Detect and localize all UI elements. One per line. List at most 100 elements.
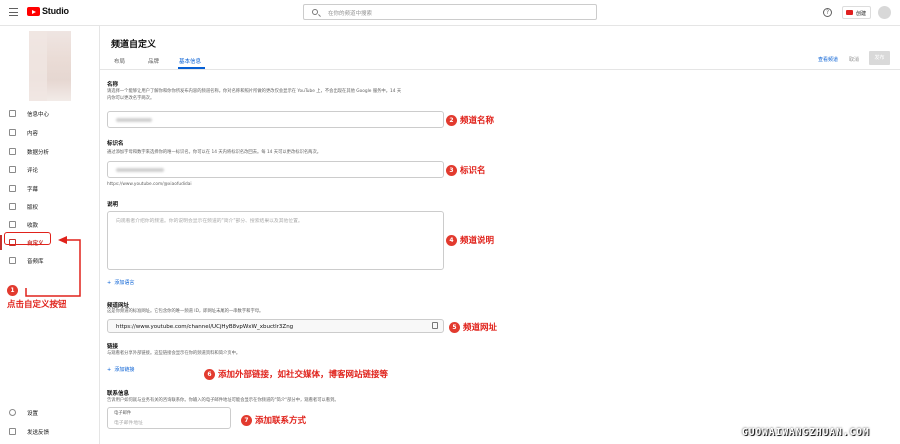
audio-library-icon [9,257,16,264]
publish-button[interactable]: 发布 [869,51,890,65]
subtitles-icon [9,185,16,192]
description-section-title: 说明 [107,202,119,208]
sidebar-item-analytics[interactable]: 数据分析 [0,144,100,159]
annotation-number: 1 [7,285,18,296]
cancel-button[interactable]: 取消 [849,56,859,63]
analytics-icon [9,148,16,155]
annotation-5: 5 频道网址 [449,321,497,333]
annotation-number: 7 [241,414,252,426]
add-language-link[interactable]: + 添加语言 [107,279,134,286]
add-language-label: 添加语言 [114,280,135,286]
video-plus-icon [846,10,853,15]
annotation-text: 频道说明 [460,236,495,246]
annotation-text: 标识名 [460,166,486,176]
sidebar-item-earn[interactable]: 收款 [0,217,100,232]
annotation-text: 添加联系方式 [255,416,307,426]
annotation-3: 3 标识名 [446,164,486,176]
handle-section-title: 标识名 [107,141,124,147]
annotation-number: 6 [204,368,215,380]
youtube-logo-icon[interactable] [27,7,40,16]
sidebar-item-label: 字幕 [27,187,39,193]
search-placeholder: 在你的频道中搜索 [328,11,373,17]
channel-url-value: https://www.youtube.com/channel/UCjHyB8v… [116,324,294,330]
tab-branding[interactable]: 品牌 [148,57,159,65]
view-channel-link[interactable]: 查看频道 [818,56,838,63]
name-section-desc-2: 内你可以更改名字两次。 [107,96,155,101]
sidebar-item-subtitles[interactable]: 字幕 [0,181,100,196]
sidebar-item-label: 评论 [27,168,39,174]
channel-url-desc: 这是你频道的标准网址。它包含你的唯一频道 ID，即网址末尾的一串数字和字母。 [107,309,264,314]
sidebar-item-label: 信息中心 [27,112,50,118]
settings-icon [9,409,16,416]
sidebar-item-label: 设置 [27,411,39,417]
sidebar-item-comments[interactable]: 评论 [0,162,100,177]
description-textarea[interactable]: 向观看者介绍你的频道。你的说明会显示在频道的"简介"部分、搜索结果以及其他位置。 [107,211,444,270]
sidebar-item-audio-library[interactable]: 音频库 [0,253,100,268]
name-section-title: 名称 [107,82,119,88]
name-section-desc: 请选择一个能够让用户了解你和你你所发布内容的频道名称。你对名称和照片所做的更改仅… [107,89,402,94]
feedback-icon [9,428,16,435]
divider [100,69,900,70]
email-placeholder: 电子邮件地址 [114,421,143,426]
tab-layout[interactable]: 布局 [114,57,125,65]
contact-section-desc: 告诉用户如何就与业务有关的咨询联系你。你输入的电子邮件地址可能会显示在你频道的"… [107,398,339,403]
menu-icon[interactable] [9,8,18,16]
add-link-button[interactable]: + 添加链接 [107,366,134,373]
sidebar-item-label: 版权 [27,205,39,211]
content-icon [9,129,16,136]
annotation-number: 4 [446,234,457,246]
sidebar-item-settings[interactable]: 设置 [0,405,100,420]
earn-icon [9,221,16,228]
comments-icon [9,166,16,173]
links-section-title: 链接 [107,344,119,350]
sidebar-item-label: 收款 [27,223,39,229]
annotation-2: 2 频道名称 [446,114,494,126]
annotation-1: 1 [7,285,18,296]
annotation-text: 频道名称 [460,116,495,126]
sidebar-item-copyright[interactable]: 版权 [0,199,100,214]
annotation-6: 6 添加外部链接，如社交媒体，博客网站链接等 [204,368,388,380]
channel-name-field[interactable] [107,111,444,128]
sidebar-item-dashboard[interactable]: 信息中心 [0,106,100,121]
sidebar-item-label: 内容 [27,131,39,137]
add-link-label: 添加链接 [114,367,135,373]
handle-section-desc: 通过添加字母和数字来选择你的唯一标识名。你可以在 14 天内将标识名改回去。每 … [107,150,322,155]
email-field[interactable]: 电子邮件 电子邮件地址 [107,407,231,429]
copyright-icon [9,203,16,210]
watermark: GUOWAIWANGZHUAN.COM [742,427,870,438]
sidebar-item-label: 数据分析 [27,150,50,156]
blurred-name [116,118,152,122]
copy-icon[interactable] [432,322,438,329]
annotation-number: 5 [449,321,460,333]
channel-avatar[interactable] [29,31,71,101]
handle-field[interactable] [107,161,444,178]
sidebar-item-label: 发送反馈 [27,430,50,436]
annotation-1-text: 点击自定义按钮 [7,300,67,310]
annotation-7: 7 添加联系方式 [241,414,306,426]
tab-basic-info[interactable]: 基本信息 [179,57,201,65]
sidebar-item-content[interactable]: 内容 [0,125,100,140]
customization-highlight [4,232,51,245]
blurred-handle [116,168,164,172]
search-icon [312,9,318,15]
links-section-desc: 与观看者分享外部链接。这些链接会显示在你的频道资料和简介页中。 [107,351,241,356]
create-label: 创建 [856,11,867,17]
annotation-text: 频道网址 [463,323,498,333]
sidebar-item-label: 音频库 [27,259,44,265]
avatar[interactable] [878,6,891,19]
dashboard-icon [9,110,16,117]
annotation-number: 2 [446,114,457,126]
top-bar: Studio 在你的频道中搜索 ? 创建 [0,0,900,26]
contact-section-title: 联系信息 [107,391,130,397]
search-input[interactable]: 在你的频道中搜索 [303,4,597,20]
help-icon[interactable]: ? [823,8,832,17]
annotation-number: 3 [446,164,457,176]
annotation-text: 添加外部链接，如社交媒体，博客网站链接等 [218,370,389,380]
page-title: 频道自定义 [111,40,157,50]
create-button[interactable]: 创建 [842,6,871,19]
description-placeholder: 向观看者介绍你的频道。你的说明会显示在频道的"简介"部分、搜索结果以及其他位置。 [116,219,303,224]
email-label: 电子邮件 [114,411,132,416]
app-name[interactable]: Studio [42,6,69,16]
handle-url-hint: https://www.youtube.com/@xiaofudidai [107,182,192,187]
sidebar-item-feedback[interactable]: 发送反馈 [0,424,100,439]
